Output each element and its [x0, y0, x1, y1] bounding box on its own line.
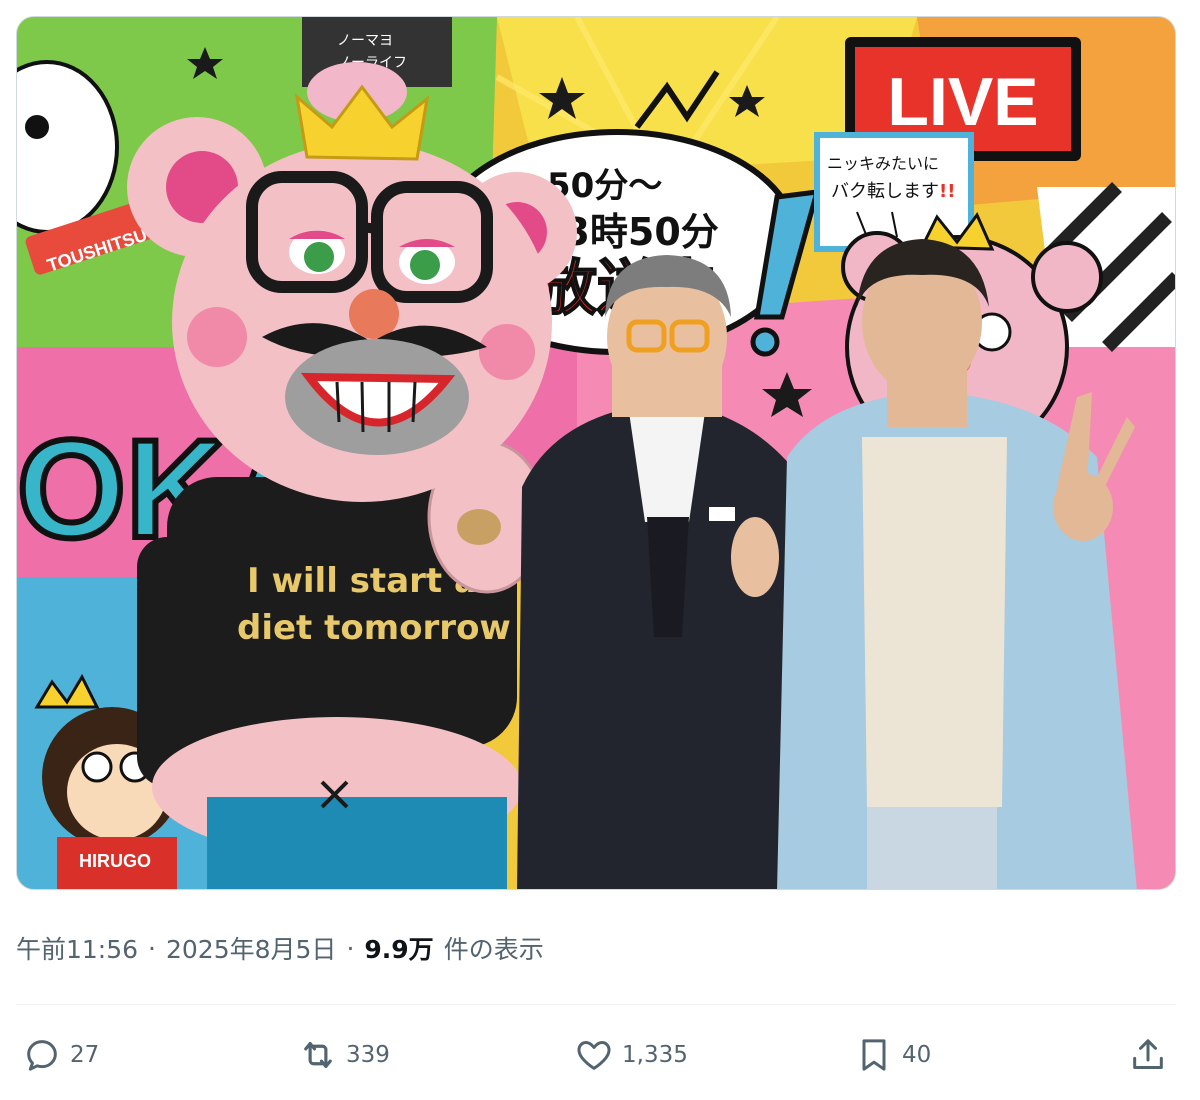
bookmark-count: 40 [902, 1042, 932, 1068]
sign-exclaim: !! [939, 181, 955, 202]
post-time[interactable]: 午前11:56 [16, 930, 138, 966]
divider [16, 1004, 1176, 1005]
like-count: 1,335 [622, 1042, 688, 1068]
bookmark-button[interactable]: 40 [852, 1030, 931, 1080]
tweet-photo[interactable]: 50分〜 13時50分 放送中 LIVE ニッキみたいに バク転します !! O… [16, 16, 1176, 890]
sign-line-1: ニッキみたいに [827, 154, 939, 173]
repost-button[interactable]: 339 [296, 1030, 390, 1080]
reply-icon [20, 1033, 64, 1077]
reply-count: 27 [70, 1042, 100, 1068]
views-label: 件の表示 [443, 935, 544, 964]
meta-separator: · [346, 933, 355, 963]
shirt-text-2: diet tomorrow [237, 608, 511, 648]
repost-count: 339 [346, 1042, 390, 1068]
tweet-meta: 午前11:56 · 2025年8月5日 · 9.9万 件の表示 [16, 928, 544, 968]
repost-icon [296, 1033, 340, 1077]
meta-separator: · [148, 933, 156, 963]
sign-line-2: バク転します [831, 181, 939, 202]
post-date[interactable]: 2025年8月5日 [166, 930, 336, 966]
bookmark-icon [852, 1033, 896, 1077]
photo-illustration: 50分〜 13時50分 放送中 LIVE ニッキみたいに バク転します !! O… [17, 17, 1175, 889]
action-bar: 27 339 1,335 40 [16, 1030, 1176, 1080]
mascot-character: I will start a diet tomorrow [127, 84, 577, 889]
top-char-text-1: ノーマヨ [337, 33, 393, 49]
live-text: LIVE [887, 64, 1038, 140]
share-icon [1126, 1033, 1170, 1077]
views-count[interactable]: 9.9万 [364, 930, 433, 966]
reply-button[interactable]: 27 [20, 1030, 99, 1080]
heart-icon [572, 1033, 616, 1077]
char-tag-2: HIRUGO [79, 851, 151, 871]
like-button[interactable]: 1,335 [572, 1030, 688, 1080]
share-button[interactable] [1126, 1030, 1170, 1080]
